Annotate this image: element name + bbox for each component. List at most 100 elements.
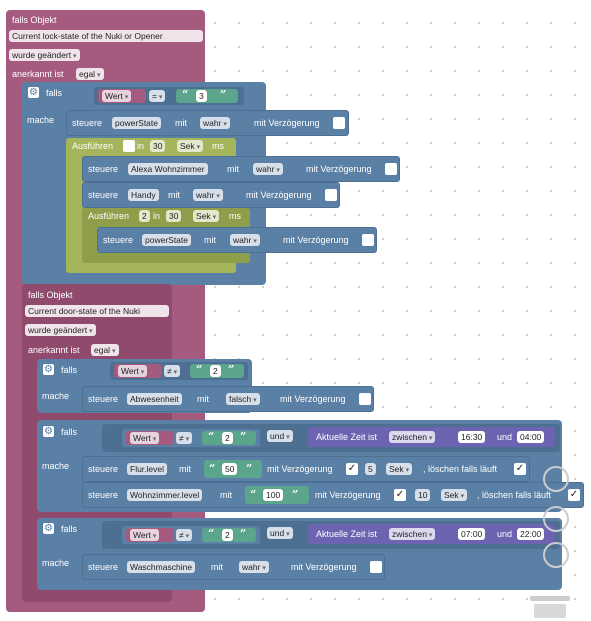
trigger-title: falls Objekt [12, 15, 57, 25]
if-mache-label: mache [27, 115, 55, 125]
state-target[interactable]: Abwesenheit [127, 393, 182, 405]
delay-unit-dropdown[interactable]: Sek [386, 463, 413, 475]
delay-checkbox[interactable]: ✓ [346, 463, 358, 475]
time-to-field[interactable]: 04:00 [517, 431, 545, 443]
compare-value[interactable]: 2 [222, 432, 233, 444]
time-mode-dropdown[interactable]: zwischen [389, 528, 436, 540]
in-label: in [137, 141, 145, 151]
if-falls-label: falls [61, 365, 78, 375]
delay-checkbox[interactable]: ✓ [394, 489, 406, 501]
time-from-field[interactable]: 07:00 [458, 528, 486, 540]
timeout-unit-dropdown[interactable]: Sek [177, 140, 204, 152]
timeout-checkbox[interactable] [123, 140, 135, 152]
state-target[interactable]: powerState [142, 234, 191, 246]
steuere-label: steuere [88, 464, 119, 474]
timeout-label: Ausführen [88, 211, 130, 221]
if-mache-label: mache [42, 558, 70, 568]
delay-amount[interactable]: 5 [365, 463, 376, 475]
operator-dropdown[interactable]: = [149, 90, 166, 102]
time-mode-dropdown[interactable]: zwischen [389, 431, 436, 443]
delay-checkbox[interactable] [325, 189, 337, 201]
quote-close-icon: ” [292, 488, 299, 501]
quote-close-icon: ” [220, 88, 227, 101]
value-dropdown[interactable]: Wert [118, 365, 148, 377]
value-dropdown-wahr[interactable]: wahr [239, 561, 269, 573]
quote-open-icon: “ [182, 88, 189, 101]
value-dropdown-wahr[interactable]: wahr [200, 117, 230, 129]
delay-label: mit Verzögerung [283, 235, 349, 245]
value-dropdown[interactable]: Wert [130, 529, 160, 541]
value-dropdown-falsch[interactable]: falsch [226, 393, 260, 405]
state-target[interactable]: Waschmaschine [127, 561, 196, 573]
operator-dropdown[interactable]: ≠ [176, 529, 193, 541]
quote-open-icon: “ [208, 527, 215, 540]
mit-label: mit [220, 490, 232, 500]
mit-label: mit [179, 464, 191, 474]
timeout-unit-dropdown[interactable]: Sek [193, 210, 220, 222]
mit-label: mit [211, 562, 223, 572]
object-id-field[interactable]: Current door-state of the Nuki [25, 305, 169, 317]
zoom-in-icon[interactable] [543, 506, 569, 532]
time-und-label: und [497, 529, 513, 539]
compare-value[interactable]: 2 [210, 365, 221, 377]
condition-dropdown[interactable]: wurde geändert [9, 49, 80, 61]
state-target[interactable]: Wohnzimmer.level [127, 489, 203, 501]
time-from-field[interactable]: 16:30 [458, 431, 486, 443]
value-dropdown-wahr[interactable]: wahr [253, 163, 283, 175]
time-to-field[interactable]: 22:00 [517, 528, 545, 540]
recenter-icon[interactable] [543, 466, 569, 492]
gear-icon[interactable]: ⚙ [43, 523, 54, 534]
condition-dropdown[interactable]: wurde geändert [25, 324, 96, 336]
ms-label: ms [212, 141, 224, 151]
delay-checkbox[interactable] [359, 393, 371, 405]
object-id-field[interactable]: Current lock-state of the Nuki or Opener [9, 30, 203, 42]
timeout-count[interactable]: 2 [139, 210, 150, 222]
timeout-amount[interactable]: 30 [166, 210, 182, 222]
mit-label: mit [227, 164, 239, 174]
clear-checkbox[interactable]: ✓ [514, 463, 526, 475]
gear-icon[interactable]: ⚙ [28, 87, 39, 98]
trash-icon[interactable] [530, 596, 570, 620]
value-field[interactable]: 100 [263, 489, 284, 501]
state-target[interactable]: Alexa Wohnzimmer [128, 163, 208, 175]
and-dropdown[interactable]: und [267, 430, 293, 442]
if-falls-label: falls [61, 524, 78, 534]
delay-unit-dropdown[interactable]: Sek [441, 489, 468, 501]
state-target[interactable]: Handy [128, 189, 159, 201]
operator-dropdown[interactable]: ≠ [176, 432, 193, 444]
compare-value[interactable]: 2 [222, 529, 233, 541]
value-dropdown-wahr[interactable]: wahr [230, 234, 260, 246]
clear-label: , löschen falls läuft [423, 464, 498, 474]
delay-label: mit Verzögerung [254, 118, 320, 128]
ack-dropdown[interactable]: egal [76, 68, 104, 80]
clear-checkbox[interactable]: ✓ [568, 489, 580, 501]
value-field[interactable]: 50 [222, 463, 238, 475]
mit-label: mit [204, 235, 216, 245]
value-dropdown[interactable]: Wert [130, 432, 160, 444]
delay-checkbox[interactable] [333, 117, 345, 129]
trigger-block-footer [6, 602, 205, 612]
delay-amount[interactable]: 10 [415, 489, 431, 501]
and-dropdown[interactable]: und [267, 527, 293, 539]
mit-label: mit [168, 190, 180, 200]
state-target[interactable]: Flur.level [127, 463, 168, 475]
zoom-out-icon[interactable] [543, 542, 569, 568]
value-dropdown[interactable]: Wert [102, 90, 132, 102]
ms-label: ms [229, 211, 241, 221]
gear-icon[interactable]: ⚙ [43, 364, 54, 375]
delay-checkbox[interactable] [362, 234, 374, 246]
gear-icon[interactable]: ⚙ [43, 426, 54, 437]
if-falls-label: falls [46, 88, 63, 98]
ack-dropdown[interactable]: egal [91, 344, 119, 356]
value-dropdown-wahr[interactable]: wahr [193, 189, 223, 201]
state-target[interactable]: powerState [112, 117, 161, 129]
delay-checkbox[interactable] [370, 561, 382, 573]
ack-label: anerkannt ist [12, 69, 64, 79]
steuere-label: steuere [88, 164, 119, 174]
operator-dropdown[interactable]: ≠ [164, 365, 181, 377]
compare-value[interactable]: 3 [196, 90, 207, 102]
timeout-amount[interactable]: 30 [150, 140, 166, 152]
quote-close-icon: ” [240, 527, 247, 540]
delay-label: mit Verzögerung [246, 190, 312, 200]
delay-checkbox[interactable] [385, 163, 397, 175]
